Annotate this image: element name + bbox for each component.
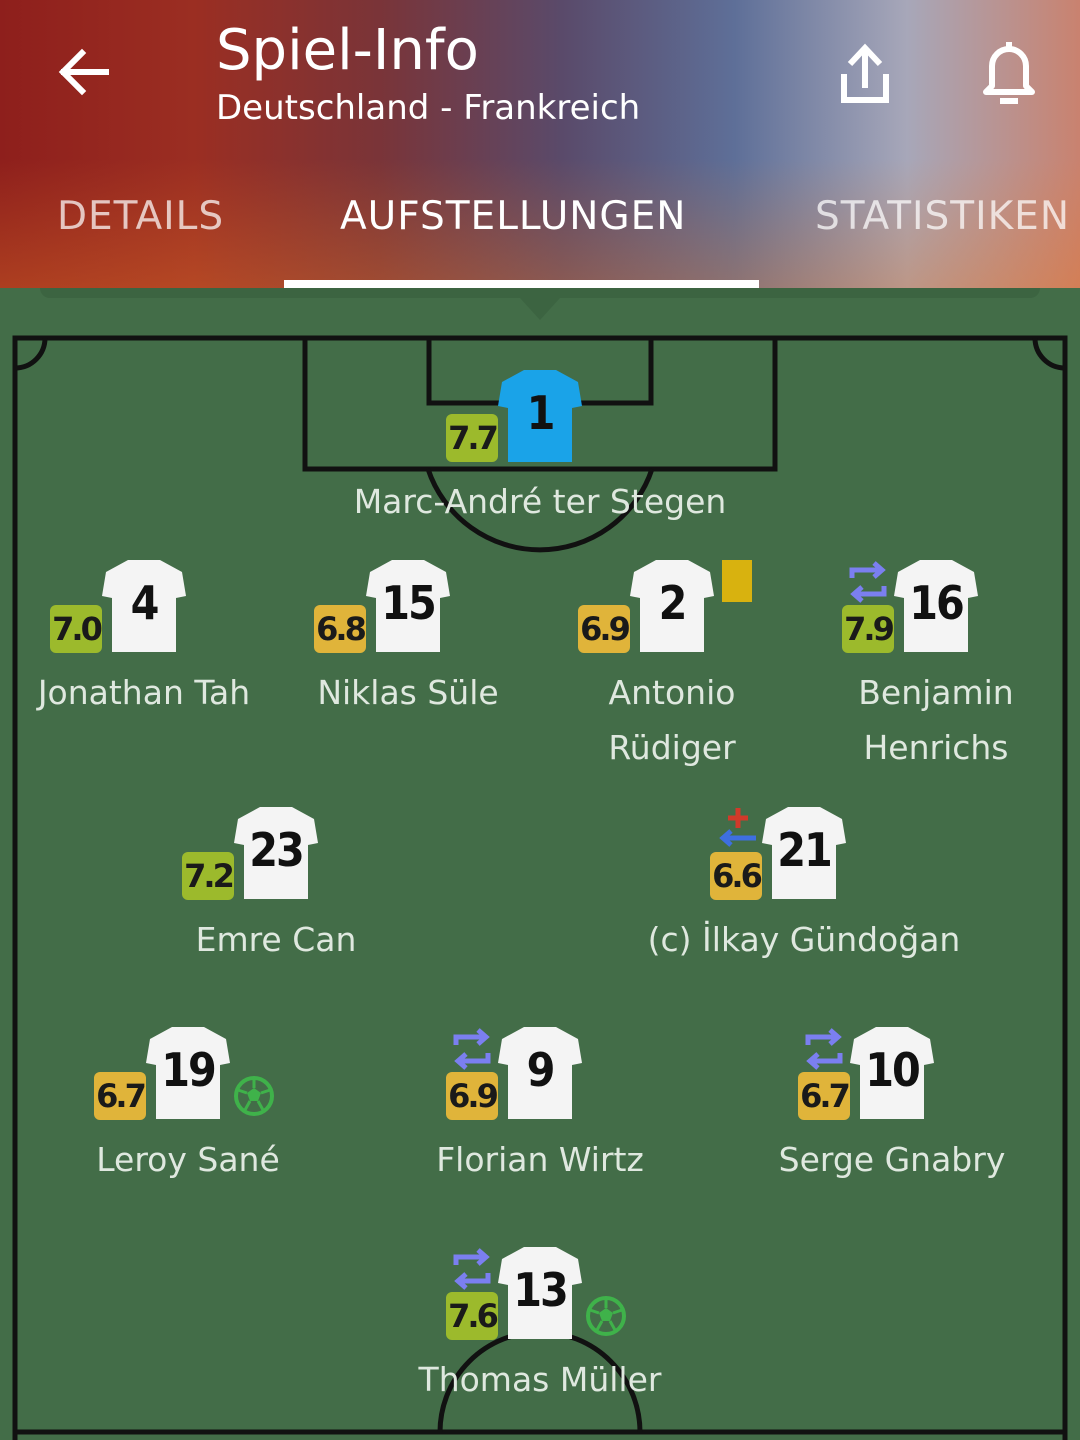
share-button[interactable] (832, 38, 898, 108)
player-name[interactable]: Serge Gnabry (752, 1132, 1032, 1187)
rating-badge: 6.9 (578, 605, 631, 653)
rating-badge: 7.2 (182, 852, 235, 900)
substitution-icon (453, 1248, 491, 1290)
rating-badge: 7.9 (842, 605, 895, 653)
yellow-card-icon (722, 560, 752, 602)
match-subtitle: Deutschland - Frankreich (216, 88, 641, 128)
bell-icon (983, 42, 1035, 104)
substitution-icon (849, 561, 887, 603)
shirt-number: 4 (130, 576, 160, 630)
player-name[interactable]: Marc-André ter Stegen (300, 474, 780, 529)
player-shirt-10[interactable]: 10 (848, 1025, 936, 1121)
rating-badge: 6.7 (798, 1072, 851, 1120)
back-button[interactable] (52, 40, 116, 104)
shirt-number: 9 (526, 1043, 556, 1097)
rating-badge: 7.6 (446, 1292, 499, 1340)
goal-ball-icon (586, 1296, 626, 1336)
player-name[interactable]: (c) İlkay Gündoğan (624, 912, 984, 967)
notification-button[interactable] (978, 38, 1040, 108)
shirt-number: 16 (909, 576, 965, 630)
player-shirt-19[interactable]: 19 (144, 1025, 232, 1121)
shirt-number: 10 (865, 1043, 921, 1097)
rating-badge: 6.9 (446, 1072, 499, 1120)
player-name[interactable]: Florian Wirtz (400, 1132, 680, 1187)
share-icon (841, 43, 889, 103)
player-shirt-21[interactable]: 21 (760, 805, 848, 901)
substitution-icon (805, 1028, 843, 1070)
player-shirt-13[interactable]: 13 (496, 1245, 584, 1341)
player-shirt-23[interactable]: 23 (232, 805, 320, 901)
shirt-number: 21 (777, 823, 833, 877)
shirt-number: 2 (658, 576, 688, 630)
rating-badge: 7.0 (50, 605, 103, 653)
active-tab-indicator (284, 280, 759, 288)
tab-details[interactable]: DETAILS (57, 194, 224, 239)
player-name[interactable]: Jonathan Tah (4, 665, 284, 720)
player-shirt-15[interactable]: 15 (364, 558, 452, 654)
shirt-number: 13 (513, 1263, 569, 1317)
player-name[interactable]: Thomas Müller (400, 1352, 680, 1407)
shirt-number: 23 (249, 823, 305, 877)
rating-badge: 6.6 (710, 852, 763, 900)
rating-badge: 6.8 (314, 605, 367, 653)
rating-badge: 7.7 (446, 414, 499, 462)
shirt-number: 1 (526, 386, 556, 440)
arrow-left-icon (58, 48, 109, 96)
player-shirt-9[interactable]: 9 (496, 1025, 584, 1121)
goal-ball-icon (234, 1076, 274, 1116)
player-shirt-1[interactable]: 1 (496, 368, 584, 464)
player-name[interactable]: Emre Can (136, 912, 416, 967)
tab-aufstellungen[interactable]: AUFSTELLUNGEN (340, 194, 686, 239)
player-name[interactable]: Antonio Rüdiger (572, 665, 772, 775)
player-shirt-4[interactable]: 4 (100, 558, 188, 654)
injury-substitution-icon (719, 808, 756, 847)
shirt-number: 15 (381, 576, 437, 630)
rating-badge: 6.7 (94, 1072, 147, 1120)
tab-statistiken[interactable]: STATISTIKEN (815, 194, 1070, 239)
player-shirt-16[interactable]: 16 (892, 558, 980, 654)
substitution-icon (453, 1028, 491, 1070)
shirt-number: 19 (161, 1043, 217, 1097)
player-name[interactable]: Niklas Süle (268, 665, 548, 720)
player-name[interactable]: Leroy Sané (48, 1132, 328, 1187)
player-shirt-2[interactable]: 2 (628, 558, 716, 654)
page-title: Spiel-Info (216, 18, 479, 83)
player-name[interactable]: Benjamin Henrichs (836, 665, 1036, 775)
